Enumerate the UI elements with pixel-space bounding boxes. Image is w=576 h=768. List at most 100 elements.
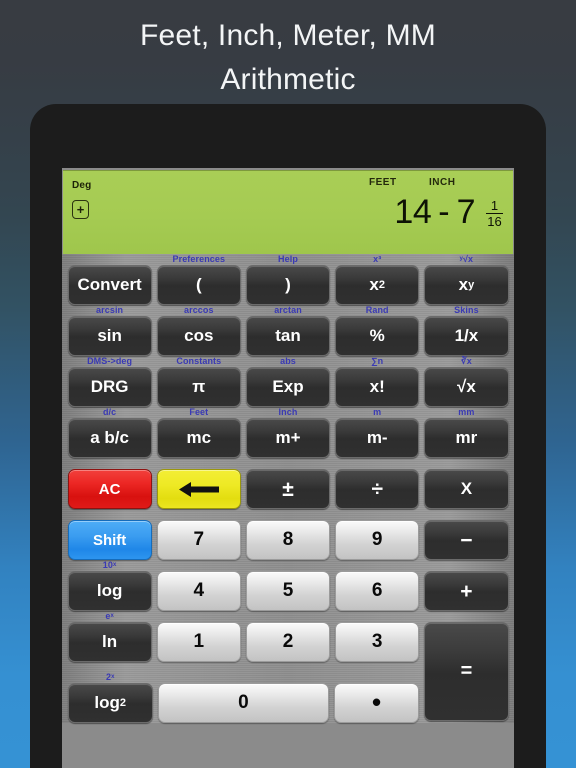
shift-function-label bbox=[68, 254, 152, 265]
display-value: 14 - 7 1 16 bbox=[394, 193, 503, 232]
headline-line-1: Feet, Inch, Meter, MM bbox=[140, 19, 436, 52]
backspace-arrow-icon[interactable] bbox=[156, 469, 241, 509]
key-label: ln bbox=[102, 632, 118, 651]
key-[interactable]: ) bbox=[245, 265, 331, 305]
key-label: ÷ bbox=[371, 477, 383, 501]
key-cell: ÷ bbox=[333, 458, 422, 509]
key-ln[interactable]: ln bbox=[67, 622, 152, 662]
key-convert[interactable]: Convert bbox=[67, 265, 152, 305]
key-6[interactable]: 6 bbox=[335, 571, 420, 611]
key-[interactable]: − bbox=[424, 520, 509, 560]
shift-function-label bbox=[334, 672, 419, 683]
pending-operation-indicator: + bbox=[72, 200, 89, 219]
row-convert: Convert Preferences(Help) x³ x 2 ʸ√x x y bbox=[65, 254, 511, 305]
shift-function-label bbox=[246, 509, 330, 520]
key-7[interactable]: 7 bbox=[156, 520, 241, 560]
key-x![interactable]: x! bbox=[335, 367, 420, 407]
key-cell: 10ˣ log bbox=[65, 560, 154, 611]
shift-function-label: Constants bbox=[176, 356, 222, 366]
key-m-[interactable]: m- bbox=[335, 418, 420, 458]
key-label: mr bbox=[455, 428, 478, 447]
key-±[interactable]: ± bbox=[245, 469, 331, 509]
shift-function-label: ∛x bbox=[460, 356, 472, 366]
key-mr[interactable]: mr bbox=[424, 418, 509, 458]
angle-mode-indicator: Deg bbox=[72, 180, 92, 191]
key-cell: arcsin sin bbox=[65, 305, 154, 356]
shift-function-label bbox=[424, 509, 508, 520]
key-a-bc[interactable]: a b/c bbox=[67, 418, 152, 458]
key-+[interactable]: + bbox=[424, 571, 509, 611]
shift-function-label bbox=[424, 560, 508, 571]
key-label: 0 bbox=[238, 692, 249, 713]
key-ac[interactable]: AC bbox=[67, 469, 152, 509]
shift-function-label: x³ bbox=[373, 254, 382, 264]
key-2[interactable]: 2 bbox=[245, 622, 331, 662]
key-log[interactable]: log 2 bbox=[67, 683, 153, 723]
key-1x[interactable]: 1/x bbox=[424, 316, 509, 356]
shift-function-label: Inch bbox=[278, 407, 298, 417]
key-cos[interactable]: cos bbox=[156, 316, 241, 356]
key-mc[interactable]: mc bbox=[156, 418, 241, 458]
key-cell: Rand% bbox=[333, 305, 422, 356]
key-cell: Help) bbox=[243, 254, 332, 305]
key-1[interactable]: 1 bbox=[156, 622, 241, 662]
key-cell: Skins 1/x bbox=[422, 305, 511, 356]
key-drg[interactable]: DRG bbox=[67, 367, 152, 407]
key-shift[interactable]: Shift bbox=[67, 520, 152, 560]
key-sin[interactable]: sin bbox=[67, 316, 152, 356]
row-memory: d/c a b/c Feet mc Inch m+ m m-mm mr bbox=[65, 407, 511, 458]
key-9[interactable]: 9 bbox=[335, 520, 420, 560]
key-m+[interactable]: m+ bbox=[245, 418, 331, 458]
key-label: tan bbox=[275, 326, 301, 345]
key-label: x bbox=[458, 275, 469, 294]
key-[interactable]: ( bbox=[156, 265, 241, 305]
key-÷[interactable]: ÷ bbox=[335, 469, 420, 509]
key-label: √x bbox=[457, 377, 476, 396]
key-label: ( bbox=[195, 275, 202, 294]
key-label: m+ bbox=[275, 428, 301, 447]
key-√x[interactable]: √x bbox=[424, 367, 509, 407]
key-label: X bbox=[460, 479, 473, 498]
shift-function-label: arcsin bbox=[96, 305, 124, 315]
shift-function-label bbox=[157, 458, 241, 469]
key-label: cos bbox=[184, 326, 214, 345]
key-subscript: 2 bbox=[119, 697, 127, 709]
key-log[interactable]: log bbox=[67, 571, 152, 611]
key-x[interactable]: xy bbox=[424, 265, 509, 305]
key-π[interactable]: π bbox=[156, 367, 241, 407]
shift-function-label bbox=[157, 611, 241, 622]
row-789: Shift 7 8 9 − bbox=[65, 509, 511, 560]
row-456: 10ˣ log 4 5 6 + bbox=[65, 560, 511, 611]
key-x[interactable]: X bbox=[424, 469, 509, 509]
shift-function-label: 2ˣ bbox=[105, 672, 115, 682]
calculator-display[interactable]: Deg + FEET INCH 14 - 7 1 16 bbox=[63, 170, 513, 254]
key-cell: = bbox=[422, 611, 511, 721]
backspace-arrow-glyph bbox=[178, 481, 219, 497]
row-trig: arcsin sin arccos cos arctan tan Rand% Skins 1/x bbox=[65, 305, 511, 356]
key-0[interactable]: 0 bbox=[157, 683, 329, 723]
key-%[interactable]: % bbox=[335, 316, 420, 356]
key-5[interactable]: 5 bbox=[245, 571, 331, 611]
key-tan[interactable]: tan bbox=[245, 316, 331, 356]
key-x[interactable]: x2 bbox=[335, 265, 420, 305]
key-4[interactable]: 4 bbox=[156, 571, 241, 611]
key-[interactable]: • bbox=[333, 683, 420, 723]
key-exp[interactable]: Exp bbox=[245, 367, 331, 407]
key-cell: Inch m+ bbox=[243, 407, 332, 458]
calculator-screen: Deg + FEET INCH 14 - 7 1 16 Convert Prefe… bbox=[62, 168, 514, 768]
key-cell: Constants π bbox=[154, 356, 243, 407]
key-cell: arctan tan bbox=[243, 305, 332, 356]
key-label: DRG bbox=[90, 377, 129, 396]
key-label: 6 bbox=[371, 580, 383, 601]
key-label: 8 bbox=[282, 529, 294, 550]
key-label: 5 bbox=[282, 580, 294, 601]
key-cell: 8 bbox=[243, 509, 332, 560]
key-cell: 4 bbox=[154, 560, 243, 611]
key-label: sin bbox=[97, 326, 122, 345]
shift-function-label bbox=[68, 458, 152, 469]
key-8[interactable]: 8 bbox=[245, 520, 331, 560]
key-=[interactable]: = bbox=[424, 622, 509, 721]
key-label: log bbox=[94, 693, 120, 712]
key-label: • bbox=[372, 687, 382, 718]
key-3[interactable]: 3 bbox=[335, 622, 420, 662]
